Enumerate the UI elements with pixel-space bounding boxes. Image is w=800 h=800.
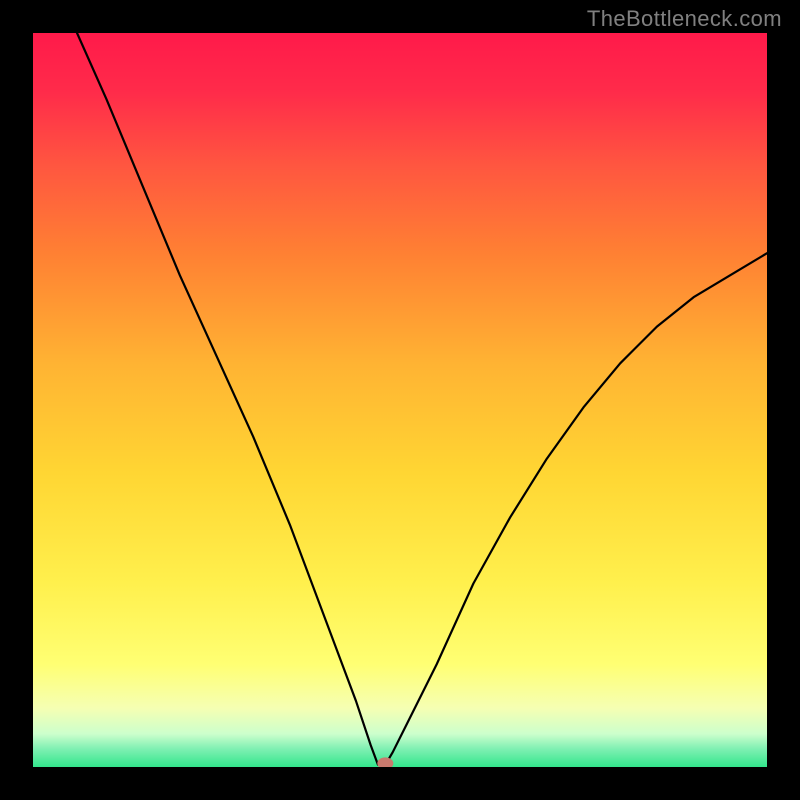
chart-frame: TheBottleneck.com — [0, 0, 800, 800]
gradient-background — [33, 33, 767, 767]
plot-area — [33, 33, 767, 767]
chart-svg — [33, 33, 767, 767]
watermark-label: TheBottleneck.com — [587, 6, 782, 32]
